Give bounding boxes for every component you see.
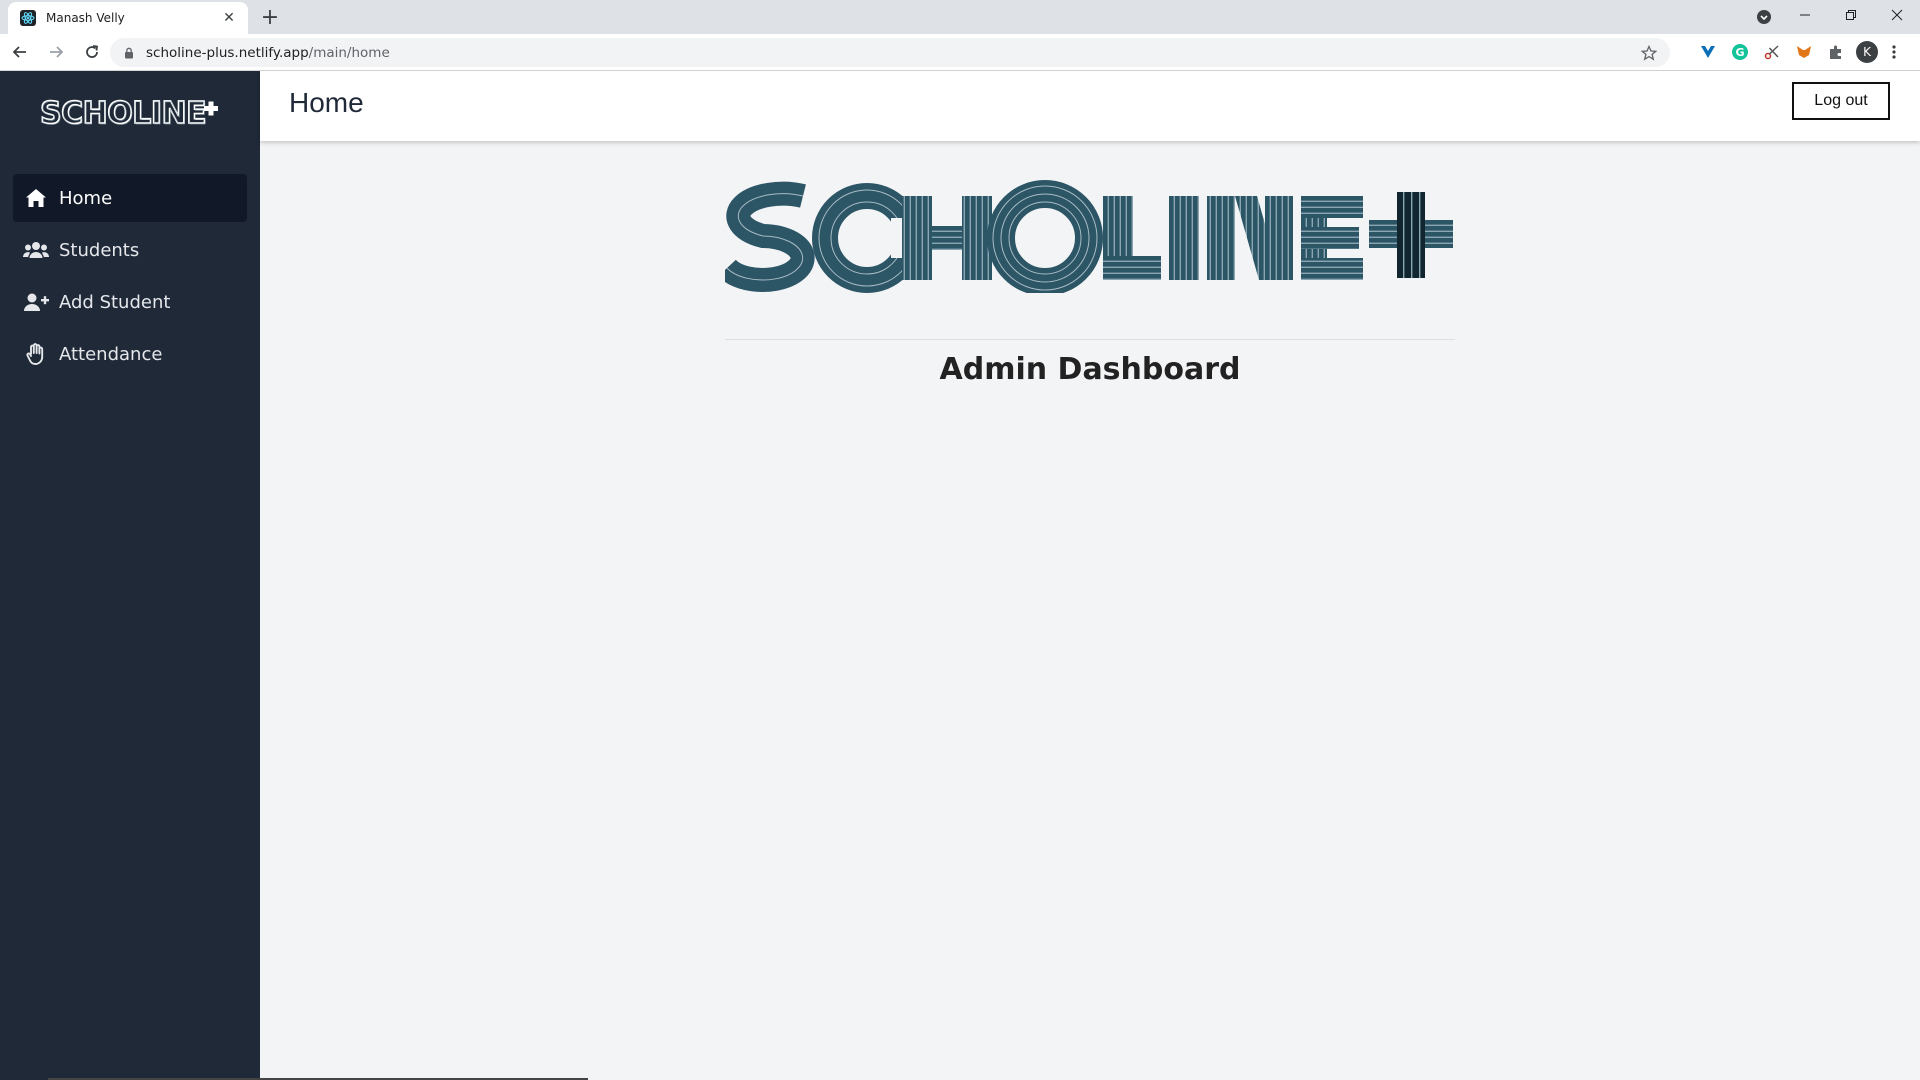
content-divider — [725, 339, 1455, 340]
tab-search-icon[interactable] — [1754, 7, 1774, 27]
sidebar: SCHOLINE SCHOLINE Home Students Add Stud… — [0, 71, 260, 1080]
browser-tab-strip: Manash Velly ✕ + — [0, 0, 1920, 34]
dashboard-title: Admin Dashboard — [939, 352, 1241, 387]
minimize-icon[interactable] — [1782, 0, 1828, 30]
hand-icon — [23, 343, 49, 365]
new-tab-icon[interactable]: + — [258, 6, 282, 30]
react-favicon-icon — [20, 10, 36, 26]
reload-icon[interactable] — [76, 36, 108, 68]
forward-arrow-icon[interactable] — [40, 36, 72, 68]
close-window-icon[interactable] — [1874, 0, 1920, 30]
svg-text:G: G — [1735, 46, 1744, 59]
window-controls — [1782, 0, 1920, 30]
url-host: scholine-plus.netlify.app — [146, 44, 309, 61]
lock-icon — [122, 46, 136, 60]
restore-icon[interactable] — [1828, 0, 1874, 30]
vue-devtools-extension-icon[interactable] — [1696, 40, 1720, 64]
sidebar-item-label: Add Student — [59, 291, 171, 313]
users-icon — [23, 239, 49, 261]
address-bar[interactable]: scholine-plus.netlify.app/main/home — [110, 38, 1670, 67]
url-path: /main/home — [308, 44, 390, 61]
sidebar-item-attendance[interactable]: Attendance — [13, 330, 247, 378]
browser-tab[interactable]: Manash Velly ✕ — [8, 2, 248, 34]
extension-icons: G K — [1696, 34, 1904, 70]
tab-title: Manash Velly — [46, 11, 125, 25]
url-text: scholine-plus.netlify.app/main/home — [146, 45, 390, 61]
home-icon — [23, 187, 49, 209]
extensions-puzzle-icon[interactable] — [1824, 40, 1848, 64]
top-header: Home Log out — [260, 71, 1920, 141]
main-logo — [718, 178, 1455, 296]
bookmark-star-icon[interactable] — [1640, 44, 1658, 62]
sidebar-item-students[interactable]: Students — [13, 226, 247, 274]
browser-menu-icon[interactable] — [1884, 40, 1904, 64]
sidebar-logo[interactable]: SCHOLINE SCHOLINE — [38, 91, 222, 132]
svg-text:SCHOLINE: SCHOLINE — [41, 97, 207, 131]
logout-button[interactable]: Log out — [1792, 82, 1890, 120]
scissors-extension-icon[interactable] — [1760, 40, 1784, 64]
sidebar-item-add-student[interactable]: Add Student — [13, 278, 247, 326]
metamask-fox-icon[interactable] — [1792, 40, 1816, 64]
user-plus-icon — [23, 291, 49, 313]
back-arrow-icon[interactable] — [4, 36, 36, 68]
sidebar-nav: Home Students Add Student Attendance — [13, 174, 247, 382]
sidebar-item-home[interactable]: Home — [13, 174, 247, 222]
sidebar-item-label: Home — [59, 187, 113, 209]
grammarly-extension-icon[interactable]: G — [1728, 40, 1752, 64]
sidebar-item-label: Students — [59, 239, 140, 261]
tab-close-icon[interactable]: ✕ — [220, 9, 238, 27]
page-title: Home — [289, 87, 364, 118]
sidebar-item-label: Attendance — [59, 343, 163, 365]
browser-toolbar: scholine-plus.netlify.app/main/home — [0, 34, 1920, 71]
profile-avatar[interactable]: K — [1856, 41, 1878, 63]
